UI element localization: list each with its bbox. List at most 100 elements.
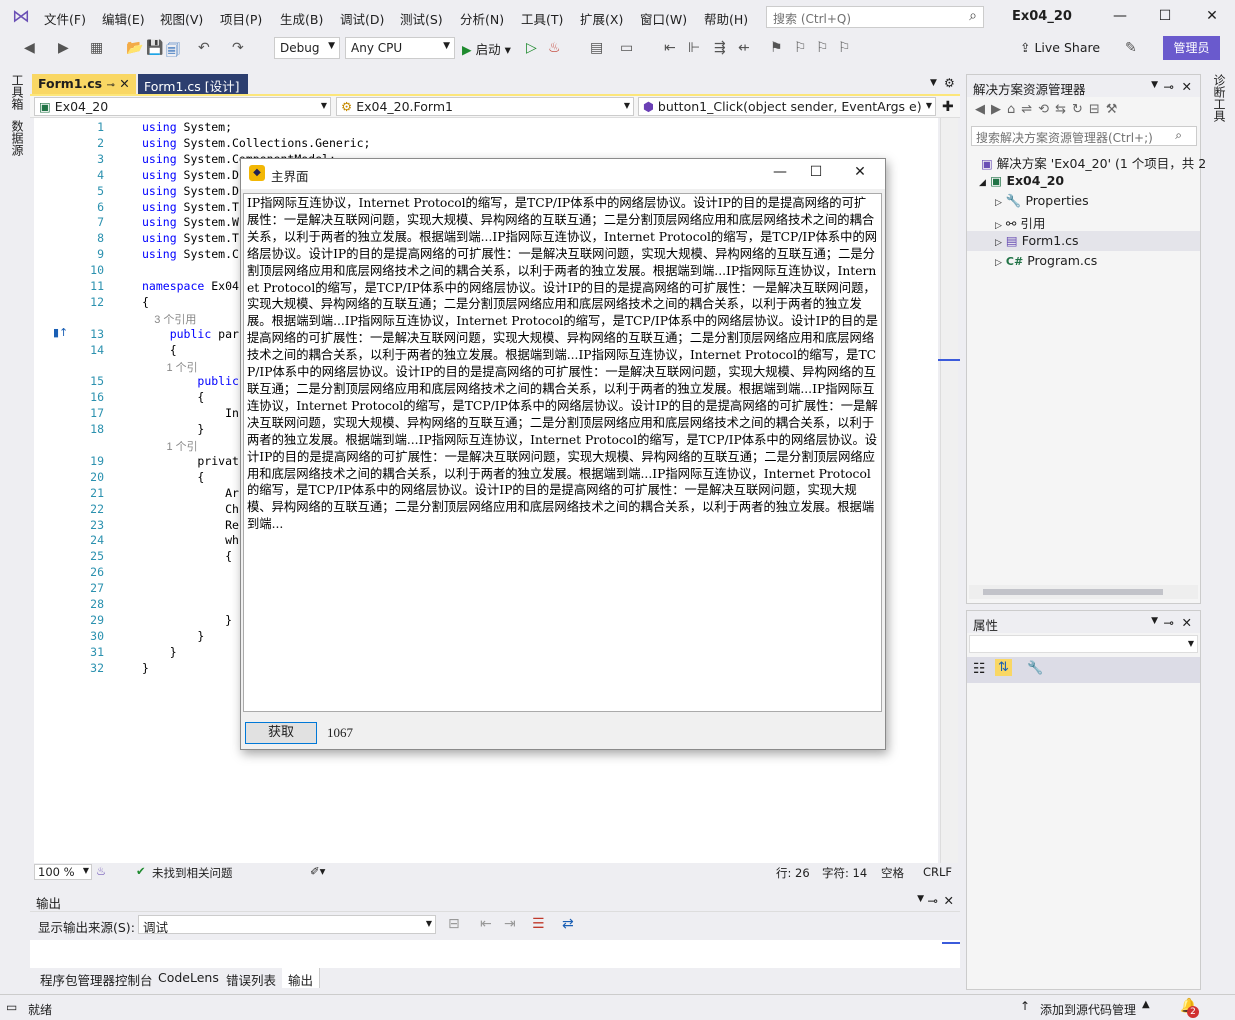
close-icon[interactable]: ✕ (1182, 79, 1192, 94)
output-text-area[interactable] (30, 940, 960, 968)
tab-form1-cs[interactable]: Form1.cs ⊸ ✕ (32, 74, 136, 94)
menu-analyze[interactable]: 分析(N) (460, 9, 504, 28)
platform-dropdown[interactable]: Any CPU ▼ (345, 37, 455, 59)
menu-view[interactable]: 视图(V) (160, 9, 203, 28)
clear-all-icon[interactable]: ☰ (532, 916, 545, 932)
search-input[interactable]: 搜索 (Ctrl+Q) ⌕ (766, 6, 984, 28)
folder-icon[interactable]: ▤ (590, 40, 603, 56)
admin-badge[interactable]: 管理员 (1163, 36, 1220, 60)
pin-icon[interactable]: ⊸ (928, 893, 938, 908)
bookmark-next-icon[interactable]: ⚐ (816, 40, 829, 56)
menu-project[interactable]: 项目(P) (220, 9, 262, 28)
close-icon[interactable]: ✕ (1182, 615, 1192, 630)
tree-program[interactable]: ▷ C# Program.cs (995, 253, 1097, 268)
solution-search-input[interactable]: 搜索解决方案资源管理器(Ctrl+;) ⌕ (971, 126, 1197, 146)
save-icon[interactable]: 💾 (146, 40, 163, 56)
tree-form1[interactable]: ▷ ▤ Form1.cs (967, 231, 1200, 251)
split-icon[interactable]: ✚ (942, 99, 954, 115)
tab-output[interactable]: 输出 (282, 968, 321, 988)
start-button[interactable]: ▶ 启动 ▾ (462, 39, 511, 58)
bookmark-icon[interactable]: ⚑ (770, 40, 783, 56)
outdent-icon[interactable]: ⇷ (738, 40, 750, 56)
diagnostics-tab[interactable]: 诊断工具 (1211, 74, 1228, 122)
maximize-icon[interactable]: ☐ (1155, 8, 1175, 26)
codelens-reference[interactable]: 1 个引 (142, 438, 197, 454)
tab-overflow-icon[interactable]: ▼ (930, 78, 937, 88)
content-textbox[interactable]: IP指网际互连协议，Internet Protocol的缩写，是TCP/IP体系… (243, 193, 882, 712)
chevron-up-icon[interactable]: ▲ (1142, 999, 1150, 1010)
align-icon[interactable]: ⊩ (688, 40, 700, 56)
bookmark-clear-icon[interactable]: ⚐ (838, 40, 851, 56)
menu-test[interactable]: 测试(S) (400, 9, 443, 28)
pin-icon[interactable]: ⊸ (1164, 79, 1174, 94)
class-nav-dropdown[interactable]: ⚙ Ex04_20.Form1 ▼ (336, 97, 634, 116)
tree-solution[interactable]: ▣ 解决方案 'Ex04_20' (1 个项目，共 2 (981, 153, 1206, 172)
codelens-reference[interactable]: 1 个引 (142, 359, 197, 375)
alphabetical-icon[interactable]: ⇅ (995, 659, 1012, 676)
menu-file[interactable]: 文件(F) (44, 9, 86, 28)
properties-object-dropdown[interactable]: ▼ (969, 635, 1198, 653)
dialog-maximize-icon[interactable]: ☐ (801, 164, 831, 184)
forward-icon[interactable]: ▶ (991, 102, 1007, 117)
add-source-control[interactable]: 添加到源代码管理 (1040, 1001, 1136, 1018)
close-tab-icon[interactable]: ✕ (119, 76, 129, 91)
close-icon[interactable]: ✕ (944, 893, 954, 908)
config-dropdown[interactable]: Debug ▼ (274, 37, 340, 59)
pin-icon[interactable]: ⊸ (106, 80, 114, 91)
chevron-down-icon[interactable]: ▼ (1151, 616, 1158, 626)
save-all-icon[interactable]: 🗐 (166, 40, 180, 64)
menu-debug[interactable]: 调试(D) (340, 9, 384, 28)
categorized-icon[interactable]: ☷ (973, 661, 986, 677)
chevron-down-icon[interactable]: ▼ (1151, 80, 1158, 90)
codelens-reference[interactable]: 3 个引用 (142, 311, 196, 327)
close-icon[interactable]: ✕ (1202, 8, 1222, 26)
step-icon[interactable]: ⇤ (664, 40, 676, 56)
collapse-icon[interactable]: ⊟ (1089, 102, 1106, 117)
dialog-close-icon[interactable]: ✕ (845, 164, 875, 184)
home-icon[interactable]: ⌂ (1007, 102, 1021, 117)
live-share-button[interactable]: ⇪ Live Share (1020, 40, 1100, 55)
hot-reload-icon[interactable]: ♨ (548, 40, 561, 56)
switch-views-icon[interactable]: ⇌ (1021, 102, 1038, 117)
chevron-down-icon[interactable]: ▼ (917, 894, 924, 904)
spaces-indicator[interactable]: 空格 (881, 865, 904, 881)
sync-icon[interactable]: ⇆ (1055, 102, 1072, 117)
layout-icon[interactable]: ▭ (620, 40, 633, 56)
undo-icon[interactable]: ↶ (198, 40, 210, 56)
start-without-debug-icon[interactable]: ▷ (526, 40, 537, 56)
menu-window[interactable]: 窗口(W) (640, 9, 687, 28)
menu-tools[interactable]: 工具(T) (521, 9, 563, 28)
redo-icon[interactable]: ↷ (232, 40, 244, 56)
intellicode-icon[interactable]: ♨ (96, 864, 106, 878)
menu-help[interactable]: 帮助(H) (704, 9, 748, 28)
bookmark-prev-icon[interactable]: ⚐ (794, 40, 807, 56)
next-message-icon[interactable]: ⇥ (504, 916, 516, 932)
back-icon[interactable]: ◀ (975, 102, 991, 117)
toolbox-tab[interactable]: 工具箱 (9, 74, 26, 110)
datasource-tab[interactable]: 数据源 (9, 120, 26, 156)
breakpoint-marker-icon[interactable]: ▮↑ (53, 326, 68, 339)
tab-form1-design[interactable]: Form1.cs [设计] (138, 74, 248, 94)
pin-icon[interactable]: ⊸ (1164, 615, 1174, 630)
word-wrap-icon[interactable]: ⇄ (562, 916, 574, 932)
eol-indicator[interactable]: CRLF (923, 865, 952, 879)
get-button[interactable]: 获取 (245, 722, 317, 744)
feedback-icon[interactable]: ✎ (1125, 40, 1137, 56)
brush-icon[interactable]: ✐▾ (310, 864, 325, 878)
new-project-icon[interactable]: ▦ (90, 40, 103, 56)
tree-references[interactable]: ▷ ⚯ 引用 (995, 213, 1045, 232)
editor-vertical-scrollbar[interactable] (940, 118, 958, 863)
member-nav-dropdown[interactable]: ⬢ button1_Click(object sender, EventArgs… (638, 97, 936, 116)
indent-icon[interactable]: ⇶ (714, 40, 726, 56)
forward-icon[interactable]: ▶ (58, 40, 69, 56)
output-source-dropdown[interactable]: 调试 ▼ (138, 915, 436, 935)
dialog-minimize-icon[interactable]: — (765, 164, 795, 184)
project-nav-dropdown[interactable]: ▣ Ex04_20 ▼ (34, 97, 331, 116)
solution-horizontal-scrollbar[interactable] (969, 585, 1198, 599)
issues-status[interactable]: 未找到相关问题 (152, 865, 233, 881)
tree-project[interactable]: ◢ ▣ Ex04_20 (979, 173, 1064, 188)
find-output-icon[interactable]: ⊟ (448, 916, 460, 932)
refresh-icon[interactable]: ↻ (1072, 102, 1089, 117)
tab-error-list[interactable]: 错误列表 (220, 968, 284, 988)
menu-edit[interactable]: 编辑(E) (102, 9, 145, 28)
